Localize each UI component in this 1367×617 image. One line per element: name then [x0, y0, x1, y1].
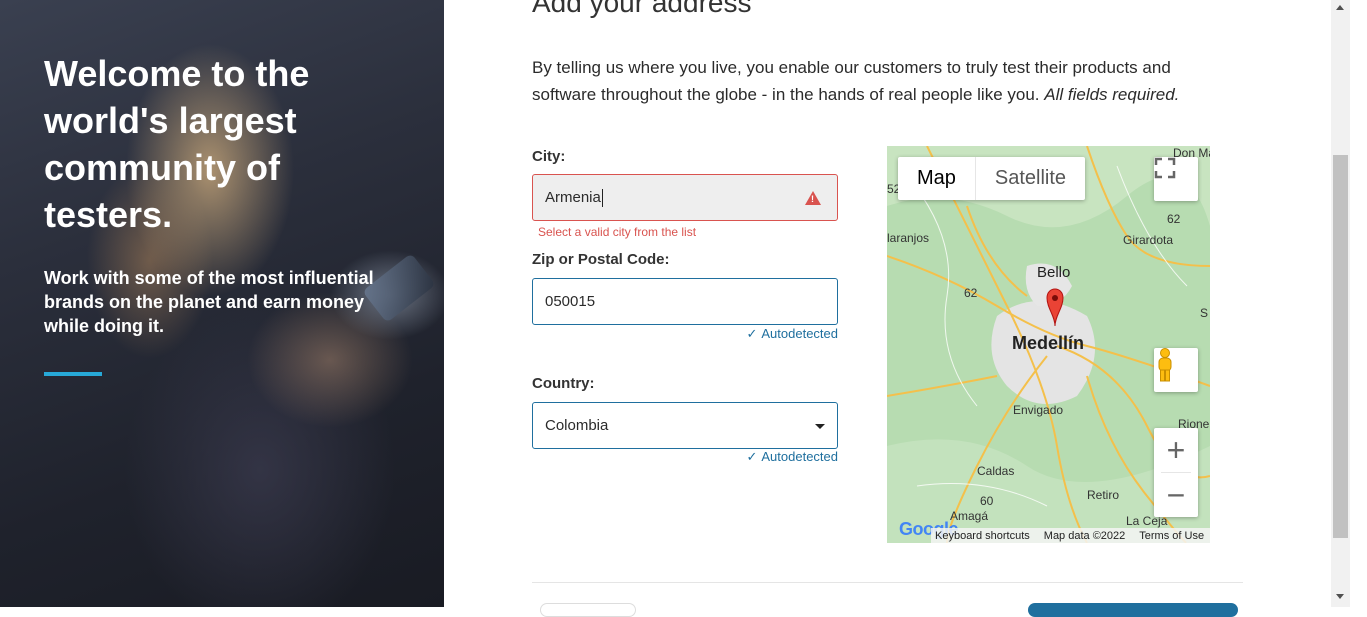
country-label: Country:: [532, 375, 595, 392]
zip-status-text: Autodetected: [761, 326, 838, 341]
city-label: City:: [532, 148, 566, 165]
scroll-down-icon[interactable]: [1336, 594, 1344, 599]
country-select[interactable]: Colombia: [532, 402, 838, 449]
map-data-attribution: Map data ©2022: [1043, 529, 1126, 542]
hero-panel: Welcome to the world's largest community…: [0, 0, 444, 607]
text-caret: [601, 188, 603, 207]
zoom-in-button[interactable]: +: [1154, 428, 1198, 472]
hero-accent-bar: [44, 372, 102, 376]
keyboard-shortcuts-link[interactable]: Keyboard shortcuts: [935, 530, 1030, 542]
country-status-text: Autodetected: [761, 449, 838, 464]
map-tab-map[interactable]: Map: [898, 157, 975, 200]
map-place: S: [1200, 306, 1209, 320]
scroll-up-icon[interactable]: [1336, 5, 1344, 10]
fullscreen-button[interactable]: [1154, 157, 1198, 201]
page-title: Add your address: [532, 0, 752, 18]
chevron-down-icon: [815, 424, 825, 429]
address-form-panel: Add your address By telling us where you…: [444, 0, 1331, 617]
check-icon: ✓: [746, 326, 758, 341]
map-road-shield: 62: [1167, 212, 1181, 226]
country-value: Colombia: [545, 417, 609, 434]
location-map[interactable]: Don Mat 52 laranjos Girardota 62 Bello 6…: [887, 146, 1210, 543]
zip-autodetected: ✓ Autodetected: [746, 326, 838, 342]
map-place: laranjos: [887, 231, 930, 245]
warning-icon: !: [805, 191, 821, 205]
intro-required: All fields required.: [1044, 85, 1180, 104]
map-place: Bello: [1037, 264, 1071, 281]
page-scrollbar[interactable]: [1331, 0, 1350, 607]
next-button[interactable]: [1028, 603, 1238, 617]
city-error-message: Select a valid city from the list: [538, 225, 697, 239]
scrollbar-thumb[interactable]: [1333, 155, 1348, 538]
divider: [532, 582, 1243, 583]
city-value: Armenia: [545, 189, 601, 206]
zoom-control: + −: [1154, 428, 1198, 517]
check-icon: ✓: [746, 449, 758, 464]
map-road-shield: 60: [980, 494, 994, 508]
zip-label: Zip or Postal Code:: [532, 251, 670, 268]
map-tab-satellite[interactable]: Satellite: [974, 157, 1085, 200]
map-type-control: Map Satellite: [898, 157, 1086, 200]
pegman-icon: [1158, 348, 1172, 382]
map-place-medellin: Medellín: [1012, 333, 1085, 353]
street-view-button[interactable]: [1154, 348, 1198, 392]
hero-subtitle: Work with some of the most influential b…: [44, 268, 374, 336]
back-button[interactable]: [540, 603, 636, 617]
map-footer: Keyboard shortcuts Map data ©2022 Terms …: [931, 528, 1210, 543]
map-road-shield: 62: [964, 286, 978, 300]
zip-value: 050015: [545, 293, 596, 310]
hero-title: Welcome to the world's largest community…: [44, 53, 310, 235]
intro-text: By telling us where you live, you enable…: [532, 54, 1232, 108]
fullscreen-icon: [1154, 157, 1176, 179]
map-place: Caldas: [977, 464, 1015, 478]
map-place: Envigado: [1013, 403, 1064, 417]
map-place: Girardota: [1123, 233, 1174, 247]
country-autodetected: ✓ Autodetected: [746, 449, 838, 465]
zoom-out-button[interactable]: −: [1154, 473, 1198, 517]
map-place: Retiro: [1087, 488, 1120, 502]
zip-input[interactable]: 050015: [532, 278, 838, 325]
city-input[interactable]: Armenia !: [532, 174, 838, 221]
terms-of-use-link[interactable]: Terms of Use: [1139, 530, 1204, 542]
